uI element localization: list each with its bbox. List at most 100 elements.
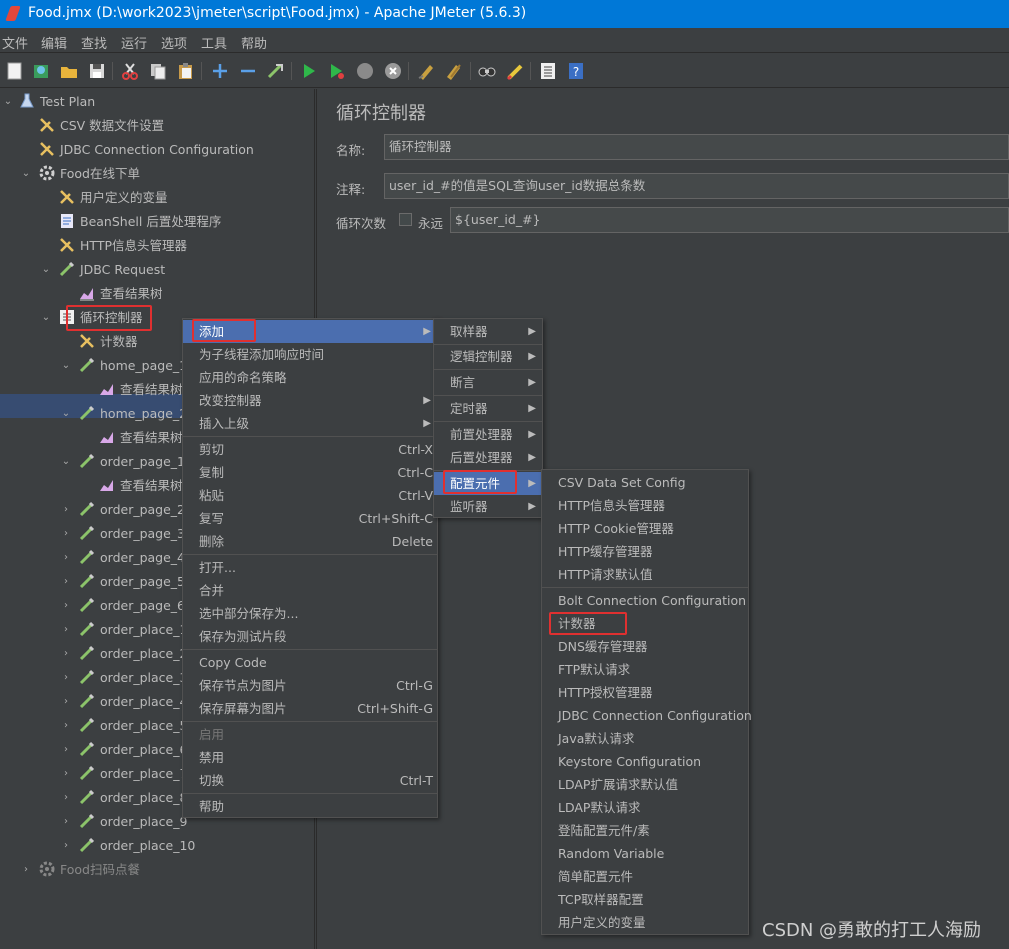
- menu-item-http-header-manager[interactable]: HTTP信息头管理器: [542, 494, 748, 517]
- menu-item-http-auth-manager[interactable]: HTTP授权管理器: [542, 681, 748, 704]
- tree-node-sampler[interactable]: order_page_4: [78, 547, 185, 569]
- menu-item-apply-naming[interactable]: 应用的命名策略: [183, 366, 437, 389]
- expand-chevron[interactable]: ⌄: [2, 91, 14, 113]
- tree-node-sampler[interactable]: home_page_2: [78, 403, 187, 425]
- tree-node-csv[interactable]: CSV 数据文件设置: [38, 115, 164, 137]
- menu-item-sampler[interactable]: 取样器 ▶: [434, 320, 542, 343]
- tree-node-sampler[interactable]: home_page_1: [78, 355, 187, 377]
- stop-icon[interactable]: [354, 60, 376, 82]
- menu-options[interactable]: 选项: [161, 33, 187, 52]
- start-icon[interactable]: [298, 60, 320, 82]
- expand-chevron[interactable]: ⌄: [20, 163, 32, 185]
- collapse-chevron[interactable]: ›: [60, 835, 72, 857]
- collapse-chevron[interactable]: ›: [60, 499, 72, 521]
- menu-item-post-processor[interactable]: 后置处理器 ▶: [434, 446, 542, 469]
- collapse-chevron[interactable]: ›: [60, 523, 72, 545]
- tree-node-sampler[interactable]: order_page_5: [78, 571, 185, 593]
- menu-tools[interactable]: 工具: [201, 33, 227, 52]
- menu-item-paste[interactable]: 粘贴 Ctrl-V: [183, 484, 437, 507]
- new-icon[interactable]: [4, 60, 26, 82]
- menu-item-merge[interactable]: 合并: [183, 579, 437, 602]
- expand-chevron[interactable]: ⌄: [60, 451, 72, 473]
- clear-all-icon[interactable]: [443, 60, 465, 82]
- clear-icon[interactable]: [415, 60, 437, 82]
- tree-node-result-tree[interactable]: 查看结果树: [98, 379, 183, 401]
- menu-edit[interactable]: 编辑: [41, 33, 67, 52]
- expand-chevron[interactable]: ⌄: [40, 259, 52, 281]
- menu-item-http-request-defaults[interactable]: HTTP请求默认值: [542, 563, 748, 586]
- tree-node-sampler[interactable]: order_place_5: [78, 715, 187, 737]
- tree-node-sampler[interactable]: order_page_1: [78, 451, 185, 473]
- paste-icon[interactable]: [175, 60, 197, 82]
- open-icon[interactable]: [58, 60, 80, 82]
- menu-item-save-screen-image[interactable]: 保存屏幕为图片 Ctrl+Shift-G: [183, 697, 437, 720]
- menu-item-save-node-image[interactable]: 保存节点为图片 Ctrl-G: [183, 674, 437, 697]
- tree-node-sampler[interactable]: order_place_8: [78, 787, 187, 809]
- expand-chevron[interactable]: ⌄: [40, 307, 52, 329]
- function-helper-icon[interactable]: [537, 60, 559, 82]
- menu-item-bolt-connection[interactable]: Bolt Connection Configuration: [542, 589, 748, 612]
- menu-item-add-think-time[interactable]: 为子线程添加响应时间: [183, 343, 437, 366]
- tree-node-jdbc-connection[interactable]: JDBC Connection Configuration: [38, 139, 254, 161]
- menu-item-java-defaults[interactable]: Java默认请求: [542, 727, 748, 750]
- forever-checkbox[interactable]: [399, 213, 412, 226]
- loop-count-field[interactable]: ${user_id_#}: [450, 207, 1009, 233]
- menu-item-save-fragment[interactable]: 保存为测试片段: [183, 625, 437, 648]
- menu-item-http-cookie-manager[interactable]: HTTP Cookie管理器: [542, 517, 748, 540]
- menu-item-simple-config[interactable]: 简单配置元件: [542, 865, 748, 888]
- tree-node-sampler[interactable]: order_place_3: [78, 667, 187, 689]
- tree-node-result-tree[interactable]: 查看结果树: [98, 475, 183, 497]
- tree-node-beanshell[interactable]: BeanShell 后置处理程序: [58, 211, 221, 233]
- menu-item-change-controller[interactable]: 改变控制器 ▶: [183, 389, 437, 412]
- tree-node-sampler[interactable]: order_place_2: [78, 643, 187, 665]
- menu-item-dns-cache-manager[interactable]: DNS缓存管理器: [542, 635, 748, 658]
- menu-help[interactable]: 帮助: [241, 33, 267, 52]
- tree-node-sampler[interactable]: order_place_10: [78, 835, 195, 857]
- cut-icon[interactable]: [119, 60, 141, 82]
- expand-chevron[interactable]: ⌄: [60, 355, 72, 377]
- tree-node-thread-group-online[interactable]: Food在线下单: [38, 163, 140, 185]
- collapse-chevron[interactable]: ›: [60, 667, 72, 689]
- tree-node-result-tree[interactable]: 查看结果树: [78, 283, 163, 305]
- menu-item-jdbc-connection[interactable]: JDBC Connection Configuration: [542, 704, 752, 727]
- shutdown-icon[interactable]: [382, 60, 404, 82]
- tree-node-sampler[interactable]: order_place_7: [78, 763, 187, 785]
- tree-node-sampler[interactable]: order_place_4: [78, 691, 187, 713]
- toggle-icon[interactable]: [265, 60, 287, 82]
- menu-item-ldap-defaults[interactable]: LDAP默认请求: [542, 796, 748, 819]
- tree-node-sampler[interactable]: order_place_9: [78, 811, 187, 833]
- help-icon[interactable]: ?: [565, 60, 587, 82]
- menu-item-http-cache-manager[interactable]: HTTP缓存管理器: [542, 540, 748, 563]
- menu-item-ftp-defaults[interactable]: FTP默认请求: [542, 658, 748, 681]
- menu-item-csv-data-set[interactable]: CSV Data Set Config: [542, 471, 748, 494]
- collapse-chevron[interactable]: ›: [60, 643, 72, 665]
- menu-item-timer[interactable]: 定时器 ▶: [434, 397, 542, 420]
- start-no-pauses-icon[interactable]: [326, 60, 348, 82]
- menu-item-pre-processor[interactable]: 前置处理器 ▶: [434, 423, 542, 446]
- menu-search[interactable]: 查找: [81, 33, 107, 52]
- tree-node-user-vars[interactable]: 用户定义的变量: [58, 187, 168, 209]
- collapse-chevron[interactable]: ›: [60, 595, 72, 617]
- collapse-chevron[interactable]: ›: [60, 691, 72, 713]
- collapse-chevron[interactable]: ›: [60, 811, 72, 833]
- tree-node-result-tree[interactable]: 查看结果树: [98, 427, 183, 449]
- menu-item-logic-controller[interactable]: 逻辑控制器 ▶: [434, 345, 542, 368]
- menu-item-insert-parent[interactable]: 插入上级 ▶: [183, 412, 437, 435]
- tree-node-test-plan[interactable]: Test Plan: [18, 91, 95, 113]
- name-field[interactable]: 循环控制器: [384, 134, 1009, 160]
- expand-icon[interactable]: [209, 60, 231, 82]
- menu-item-listener[interactable]: 监听器 ▶: [434, 495, 542, 518]
- collapse-chevron[interactable]: ›: [60, 787, 72, 809]
- tree-node-sampler[interactable]: order_place_6: [78, 739, 187, 761]
- menu-item-copy-code[interactable]: Copy Code: [183, 651, 437, 674]
- menu-item-save-selection[interactable]: 选中部分保存为...: [183, 602, 437, 625]
- tree-node-counter[interactable]: 计数器: [78, 331, 138, 353]
- menu-item-cut[interactable]: 剪切 Ctrl-X: [183, 438, 437, 461]
- collapse-chevron[interactable]: ›: [60, 571, 72, 593]
- menu-item-assertion[interactable]: 断言 ▶: [434, 371, 542, 394]
- menu-file[interactable]: 文件: [2, 33, 28, 52]
- menu-item-ldap-ext-defaults[interactable]: LDAP扩展请求默认值: [542, 773, 748, 796]
- collapse-chevron[interactable]: ›: [20, 859, 32, 881]
- menu-item-login-config[interactable]: 登陆配置元件/素: [542, 819, 748, 842]
- copy-icon[interactable]: [147, 60, 169, 82]
